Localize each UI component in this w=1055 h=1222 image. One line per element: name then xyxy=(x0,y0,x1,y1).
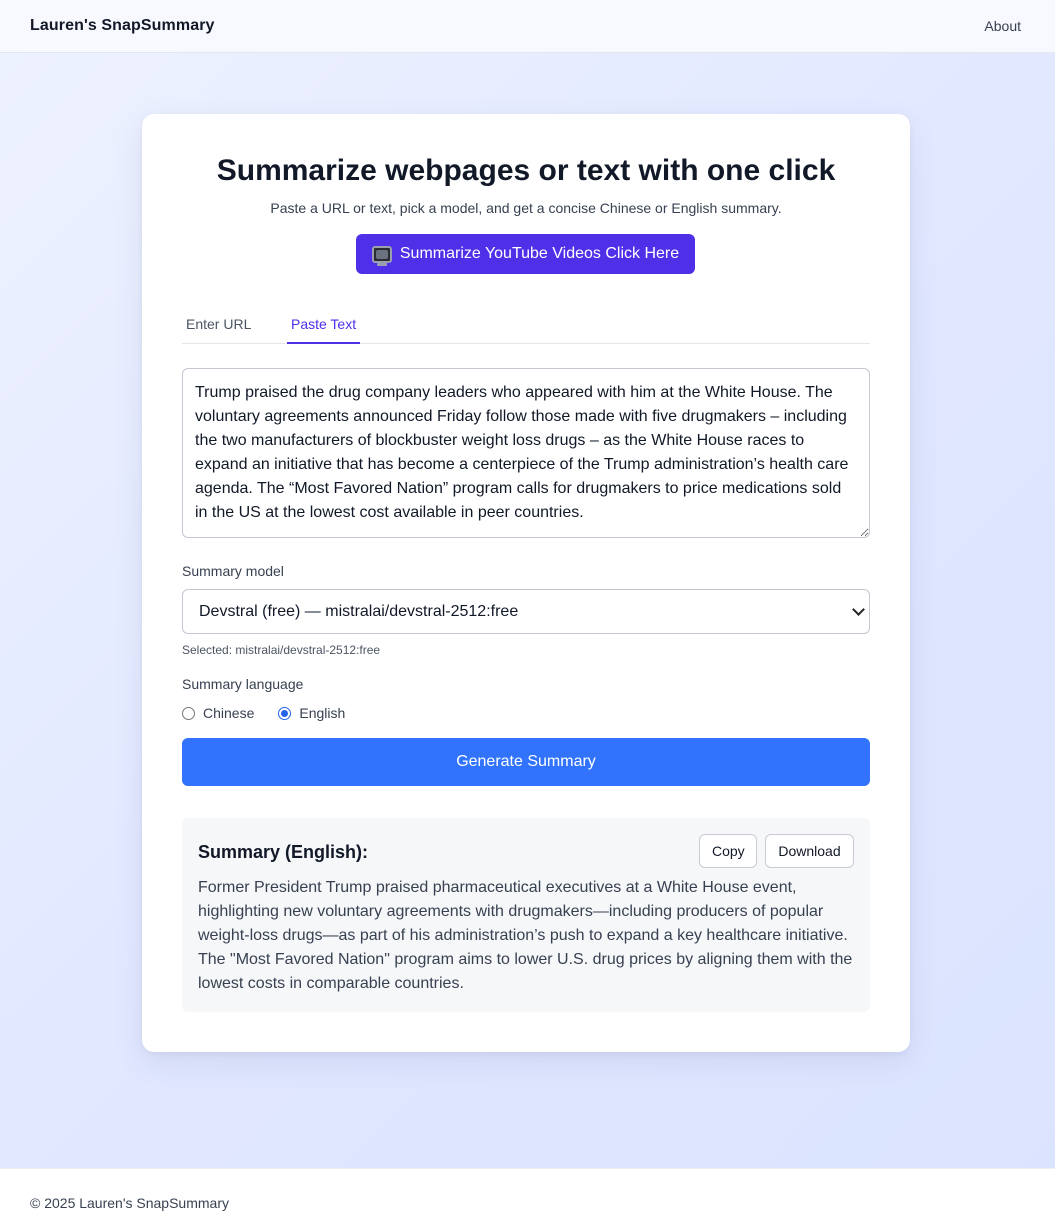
language-option-english[interactable]: English xyxy=(278,705,345,721)
selected-model-note: Selected: mistralai/devstral-2512:free xyxy=(182,643,381,657)
top-nav: Lauren's SnapSummary About xyxy=(0,0,1055,53)
summary-title: Summary (English): xyxy=(198,842,369,862)
main-card: Summarize webpages or text with one clic… xyxy=(142,114,910,1052)
summary-text: Former President Trump praised pharmaceu… xyxy=(198,879,853,992)
model-select[interactable]: Devstral (free) — mistralai/devstral-251… xyxy=(182,589,870,634)
copy-button[interactable]: Copy xyxy=(699,834,757,868)
input-tabs: Enter URL Paste Text xyxy=(182,304,870,344)
youtube-summarize-button[interactable]: Summarize YouTube Videos Click Here xyxy=(356,234,695,274)
page-title: Summarize webpages or text with one clic… xyxy=(216,154,836,187)
radio-chinese[interactable] xyxy=(182,706,195,720)
about-link[interactable]: About xyxy=(984,18,1021,34)
generate-summary-button[interactable]: Generate Summary xyxy=(182,738,870,786)
brand-title[interactable]: Lauren's SnapSummary xyxy=(30,17,215,35)
language-label: Summary language xyxy=(182,676,304,692)
tab-paste-text[interactable]: Paste Text xyxy=(287,304,361,344)
tab-enter-url[interactable]: Enter URL xyxy=(182,304,255,344)
page-subtitle: Paste a URL or text, pick a model, and g… xyxy=(270,200,782,216)
download-button[interactable]: Download xyxy=(765,834,854,868)
summary-panel: Summary (English): Copy Download Former … xyxy=(182,818,870,1012)
footer-copyright: © 2025 Lauren's SnapSummary xyxy=(30,1195,229,1211)
radio-english-label: English xyxy=(299,705,346,721)
radio-chinese-label: Chinese xyxy=(203,705,255,721)
model-label: Summary model xyxy=(182,563,284,579)
footer: © 2025 Lauren's SnapSummary xyxy=(0,1168,1055,1222)
radio-english[interactable] xyxy=(278,706,292,720)
language-radio-group: Chinese English xyxy=(182,703,369,723)
tv-icon xyxy=(371,245,392,266)
text-input[interactable]: Trump praised the drug company leaders w… xyxy=(182,368,870,538)
language-option-chinese[interactable]: Chinese xyxy=(182,705,254,721)
youtube-button-label: Summarize YouTube Videos Click Here xyxy=(399,245,680,262)
